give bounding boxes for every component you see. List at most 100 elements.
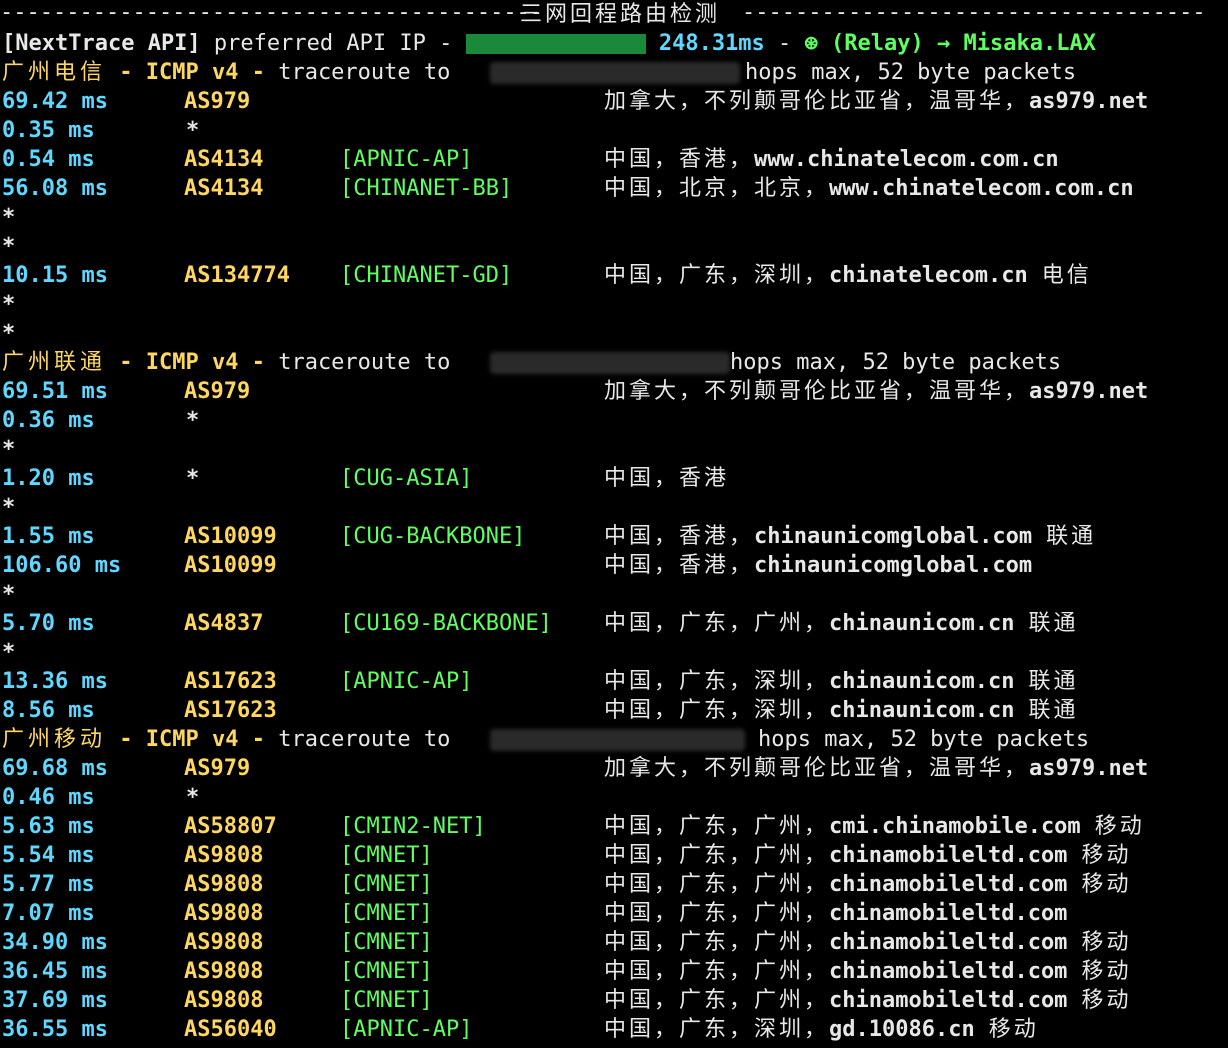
- hop-hostname: chinamobileltd.com: [829, 930, 1068, 955]
- hop-location: 中国，广东，广州，: [604, 814, 830, 839]
- hop-netname: [CMNET]: [340, 959, 433, 984]
- protocol-label: - ICMP v4 -: [106, 350, 279, 375]
- hop-hostname: gd.10086.cn: [829, 1017, 975, 1042]
- hop-isp: 移动: [1081, 930, 1132, 955]
- hop-geo: 中国，香港，www.chinatelecom.com.cn: [604, 145, 1059, 174]
- hop-row: 5.77 ms AS9808 [CMNET] 中国，广东，广州，chinamobile…: [0, 870, 1228, 899]
- hop-location: 中国，广东，广州，: [604, 930, 830, 955]
- hop-asn: AS4134: [184, 176, 264, 201]
- redacted-ip: [465, 34, 646, 54]
- hop-netname: [CMNET]: [340, 843, 433, 868]
- title-line: ----------------------------------------…: [0, 0, 1228, 29]
- hop-hostname: chinatelecom.cn: [829, 263, 1028, 288]
- hop-asn: AS9808: [184, 959, 264, 984]
- hop-hostname: chinamobileltd.com: [829, 901, 1068, 926]
- hop-location: 中国，香港: [604, 466, 730, 491]
- hop-netname: [CU169-BACKBONE]: [340, 611, 552, 636]
- hops-label: hops max, 52 byte packets: [730, 350, 1062, 375]
- hop-row: 1.55 ms AS10099 [CUG-BACKBONE] 中国，香港，chinau…: [0, 522, 1228, 551]
- hop-latency: 37.69 ms: [2, 988, 108, 1013]
- hop-netname: [CMNET]: [340, 930, 433, 955]
- traceroute-label: traceroute to: [278, 60, 451, 85]
- traceroute-label: traceroute to: [278, 727, 451, 752]
- hop-asn: AS10099: [184, 524, 277, 549]
- hop-isp: 联通: [1046, 524, 1097, 549]
- hop-latency: 36.55 ms: [2, 1017, 108, 1042]
- hops-label: hops max, 52 byte packets: [758, 727, 1090, 752]
- api-text: preferred API IP -: [200, 31, 466, 56]
- hop-row: 8.56 ms AS17623 中国，广东，深圳，chinaunicom.cn 联通: [0, 696, 1228, 725]
- isp-label: 广州移动: [2, 727, 107, 752]
- hop-hostname: www.chinatelecom.com.cn: [829, 176, 1134, 201]
- hop-timeout: *: [2, 205, 16, 230]
- hop-isp: 移动: [988, 1017, 1039, 1042]
- hop-asn: AS979: [184, 89, 251, 114]
- redacted-target: [490, 352, 730, 374]
- traceroute-label: traceroute to: [278, 350, 451, 375]
- hop-location: 加拿大，不列颠哥伦比亚省，温哥华，: [604, 756, 1030, 781]
- hop-row: *: [0, 435, 1228, 464]
- hop-asn: AS17623: [184, 698, 277, 723]
- hop-asn: AS979: [184, 379, 251, 404]
- hop-isp: 移动: [1081, 988, 1132, 1013]
- hop-netname: [CUG-ASIA]: [340, 466, 473, 491]
- section-header: 广州电信 - ICMP v4 - traceroute to hops max, …: [0, 58, 1228, 87]
- page-title: 三网回程路由检测: [520, 2, 721, 27]
- hop-geo: 加拿大，不列颠哥伦比亚省，温哥华，as979.net: [604, 377, 1148, 406]
- hop-isp: 联通: [1028, 611, 1079, 636]
- hop-location: 中国，广东，广州，: [604, 611, 830, 636]
- hop-hostname: chinamobileltd.com: [829, 988, 1068, 1013]
- hop-latency: 0.46 ms: [2, 785, 95, 810]
- hop-geo: 加拿大，不列颠哥伦比亚省，温哥华，as979.net: [604, 754, 1148, 783]
- hop-latency: 1.55 ms: [2, 524, 95, 549]
- hop-geo: 中国，广东，广州，chinamobileltd.com 移动: [604, 986, 1131, 1015]
- hop-latency: 0.54 ms: [2, 147, 95, 172]
- hop-netname: [CMIN2-NET]: [340, 814, 486, 839]
- hop-latency: 5.77 ms: [2, 872, 95, 897]
- hop-isp: 联通: [1028, 669, 1079, 694]
- hop-latency: 0.35 ms: [2, 118, 95, 143]
- hop-hostname: chinaunicom.cn: [829, 611, 1015, 636]
- hop-latency: 5.54 ms: [2, 843, 95, 868]
- hop-hostname: cmi.chinamobile.com: [829, 814, 1081, 839]
- hop-asn: AS58807: [184, 814, 277, 839]
- hop-netname: [CHINANET-BB]: [340, 176, 513, 201]
- hop-geo: 中国，广东，广州，chinaunicom.cn 联通: [604, 609, 1078, 638]
- hop-latency: 0.36 ms: [2, 408, 95, 433]
- api-latency: 248.31ms: [645, 31, 765, 56]
- hop-row: 69.42 ms AS979 加拿大，不列颠哥伦比亚省，温哥华，as979.net: [0, 87, 1228, 116]
- hop-latency: 69.42 ms: [2, 89, 108, 114]
- hop-latency: 69.68 ms: [2, 756, 108, 781]
- hop-geo: 中国，北京，北京，www.chinatelecom.com.cn: [604, 174, 1134, 203]
- hop-asn: AS9808: [184, 930, 264, 955]
- hop-asn: *: [186, 785, 200, 810]
- hop-asn: AS10099: [184, 553, 277, 578]
- hop-row: 1.20 ms * [CUG-ASIA] 中国，香港: [0, 464, 1228, 493]
- hop-hostname: chinamobileltd.com: [829, 843, 1068, 868]
- hop-row: 5.63 ms AS58807 [CMIN2-NET] 中国，广东，广州，cmi.ch…: [0, 812, 1228, 841]
- hop-timeout: *: [2, 437, 16, 462]
- hop-timeout: *: [2, 582, 16, 607]
- redacted-target: [490, 62, 740, 84]
- hop-hostname: www.chinatelecom.com.cn: [754, 147, 1059, 172]
- hop-netname: [APNIC-AP]: [340, 147, 473, 172]
- hop-row: *: [0, 580, 1228, 609]
- hop-timeout: *: [2, 234, 16, 259]
- hop-asn: *: [186, 466, 200, 491]
- hop-asn: AS4837: [184, 611, 264, 636]
- hop-row: 10.15 ms AS134774 [CHINANET-GD] 中国，广东，深圳，ch…: [0, 261, 1228, 290]
- hop-hostname: as979.net: [1029, 756, 1149, 781]
- hop-asn: AS4134: [184, 147, 264, 172]
- hop-timeout: *: [2, 495, 16, 520]
- hop-location: 中国，香港，: [604, 553, 755, 578]
- hop-row: 36.55 ms AS56040 [APNIC-AP] 中国，广东，深圳，gd.100…: [0, 1015, 1228, 1044]
- hop-latency: 69.51 ms: [2, 379, 108, 404]
- hop-latency: 56.08 ms: [2, 176, 108, 201]
- hop-geo: 中国，广东，广州，cmi.chinamobile.com 移动: [604, 812, 1145, 841]
- hop-latency: 10.15 ms: [2, 263, 108, 288]
- title-dashes-left: ----------------------------------------…: [0, 0, 544, 25]
- protocol-label: - ICMP v4 -: [106, 60, 279, 85]
- relay-target: (Relay) → Misaka.LAX: [817, 31, 1096, 56]
- hop-latency: 5.70 ms: [2, 611, 95, 636]
- hop-row: *: [0, 232, 1228, 261]
